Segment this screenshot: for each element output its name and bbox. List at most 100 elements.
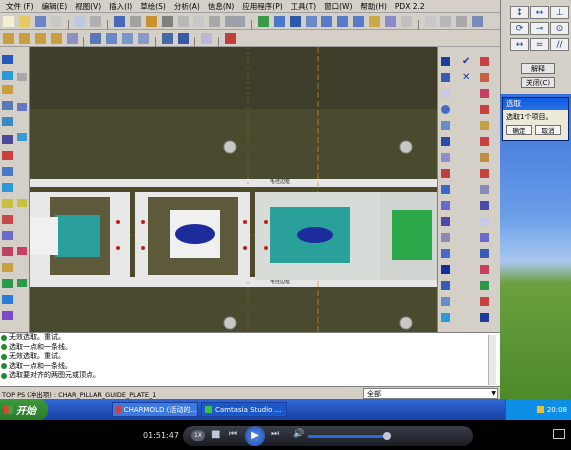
- save-icon[interactable]: [34, 16, 46, 27]
- accept-icon[interactable]: ✔: [462, 57, 471, 67]
- sketch-icon[interactable]: [17, 73, 27, 81]
- modify-icon[interactable]: [441, 233, 450, 242]
- cancel-button[interactable]: 取消: [535, 125, 561, 135]
- slider-1[interactable]: [55, 215, 100, 257]
- zoom-in-icon[interactable]: [321, 16, 333, 27]
- tangent-constraint-icon[interactable]: ⟳: [510, 22, 529, 35]
- constraints-icon[interactable]: [441, 249, 450, 258]
- guide-pin[interactable]: [399, 140, 413, 154]
- thicken-icon[interactable]: [480, 185, 489, 194]
- vertex-display-icon[interactable]: [177, 33, 189, 44]
- horizontal-constraint-icon[interactable]: ↔: [530, 6, 549, 19]
- datum-axis-display-icon[interactable]: [18, 33, 30, 44]
- task-camtasia[interactable]: Camtasia Studio ...: [201, 402, 287, 417]
- sketcher-display-icon[interactable]: [257, 16, 269, 27]
- volume-slider[interactable]: [308, 435, 388, 438]
- datum-axis-icon[interactable]: [2, 117, 13, 126]
- model-tree-toggle-icon[interactable]: [2, 55, 13, 64]
- symmetric-constraint-icon[interactable]: ↔: [510, 38, 529, 51]
- circle-icon[interactable]: [441, 105, 450, 114]
- fillet-icon[interactable]: [441, 137, 450, 146]
- csys-display-icon[interactable]: [50, 33, 62, 44]
- menu-window[interactable]: 窗口(W): [320, 1, 356, 12]
- dimension-icon[interactable]: [441, 217, 450, 226]
- rectangle-icon[interactable]: [441, 89, 450, 98]
- cancel-icon[interactable]: ✕: [462, 73, 471, 83]
- next-icon[interactable]: ⏭: [271, 429, 279, 439]
- round-icon[interactable]: [2, 231, 13, 240]
- line-icon[interactable]: [441, 73, 450, 82]
- spline-icon[interactable]: [441, 153, 450, 162]
- orient-icon[interactable]: [369, 16, 380, 27]
- volume-icon[interactable]: 🔊: [293, 429, 304, 439]
- chamfer-sketch-icon[interactable]: [480, 153, 489, 162]
- copy-icon[interactable]: [90, 16, 102, 27]
- perimeter-icon[interactable]: [480, 201, 489, 210]
- pattern-icon[interactable]: [2, 295, 13, 304]
- rect-tool-icon[interactable]: [480, 57, 489, 66]
- sketch-setup-icon[interactable]: [90, 33, 102, 44]
- layer-tree-icon[interactable]: [2, 71, 13, 80]
- shell-icon[interactable]: [17, 199, 27, 207]
- no-hidden-icon[interactable]: [456, 16, 468, 27]
- menu-pdx[interactable]: PDX 2.2: [391, 2, 429, 11]
- slanted-rect-icon[interactable]: [480, 89, 489, 98]
- chamfer-icon[interactable]: [2, 247, 13, 256]
- model-tree-icon[interactable]: [289, 16, 301, 27]
- menu-sketch[interactable]: 草绘(S): [136, 1, 170, 12]
- close-button[interactable]: 关闭(C): [521, 77, 555, 88]
- datum-plane-icon[interactable]: [2, 101, 13, 110]
- dimension-display-icon[interactable]: [122, 33, 133, 44]
- mirror-sketch-icon[interactable]: [441, 313, 450, 322]
- offset-sketch-icon[interactable]: [480, 169, 489, 178]
- guide-pin[interactable]: [399, 316, 413, 330]
- start-button[interactable]: 开始: [0, 399, 48, 420]
- hidden-line-icon[interactable]: [440, 16, 452, 27]
- part-3-core[interactable]: [297, 227, 333, 243]
- slider-4[interactable]: [392, 210, 432, 260]
- cut-icon[interactable]: [145, 16, 157, 27]
- annotation-display-icon[interactable]: [66, 33, 78, 44]
- menu-analysis[interactable]: 分析(A): [170, 1, 204, 12]
- divide-icon[interactable]: [480, 265, 489, 274]
- previous-icon[interactable]: ⏮: [229, 429, 237, 439]
- reference-icon[interactable]: [480, 233, 489, 242]
- point-icon[interactable]: [441, 169, 450, 178]
- undo-icon[interactable]: [114, 16, 125, 27]
- fullscreen-icon[interactable]: [553, 429, 565, 439]
- copy-sketch-icon[interactable]: [480, 313, 489, 322]
- shading-icon[interactable]: [472, 16, 484, 27]
- revolve-icon[interactable]: [2, 199, 13, 208]
- text-icon[interactable]: [441, 265, 450, 274]
- part-2-core[interactable]: [175, 224, 215, 244]
- speed-button[interactable]: 1X: [191, 430, 205, 441]
- palette-icon[interactable]: [441, 281, 450, 290]
- redo-icon[interactable]: [129, 16, 141, 27]
- view-manager-icon[interactable]: [400, 16, 412, 27]
- blend-icon[interactable]: [17, 133, 27, 141]
- menu-help[interactable]: 帮助(H): [356, 1, 391, 12]
- regenerate-icon[interactable]: [193, 16, 205, 27]
- parallel-constraint-icon[interactable]: //: [550, 38, 569, 51]
- datum-point-icon[interactable]: [2, 151, 13, 160]
- menu-applications[interactable]: 应用程序(P): [238, 1, 286, 12]
- trim-icon[interactable]: [17, 247, 27, 255]
- constraint-display-icon[interactable]: [137, 33, 149, 44]
- midpoint-constraint-icon[interactable]: ⊸: [530, 22, 549, 35]
- selection-filter-icon[interactable]: [225, 16, 246, 27]
- whats-this-icon[interactable]: [225, 33, 236, 44]
- email-icon[interactable]: [74, 16, 86, 27]
- offset-icon[interactable]: [17, 279, 27, 287]
- arc-icon[interactable]: [441, 121, 450, 130]
- menu-info[interactable]: 信息(N): [204, 1, 238, 12]
- select-arrow-icon[interactable]: [441, 57, 450, 66]
- use-edge-icon[interactable]: [441, 201, 450, 210]
- datum-curve-icon[interactable]: [2, 135, 13, 144]
- task-charmold[interactable]: CHARMOLD (活动的...: [112, 402, 198, 417]
- paste-special-icon[interactable]: [177, 16, 189, 27]
- zoom-out-icon[interactable]: [337, 16, 349, 27]
- centerline-icon[interactable]: [480, 105, 489, 114]
- guide-pin[interactable]: [223, 316, 237, 330]
- wireframe-icon[interactable]: [424, 16, 436, 27]
- baseline-icon[interactable]: [480, 217, 489, 226]
